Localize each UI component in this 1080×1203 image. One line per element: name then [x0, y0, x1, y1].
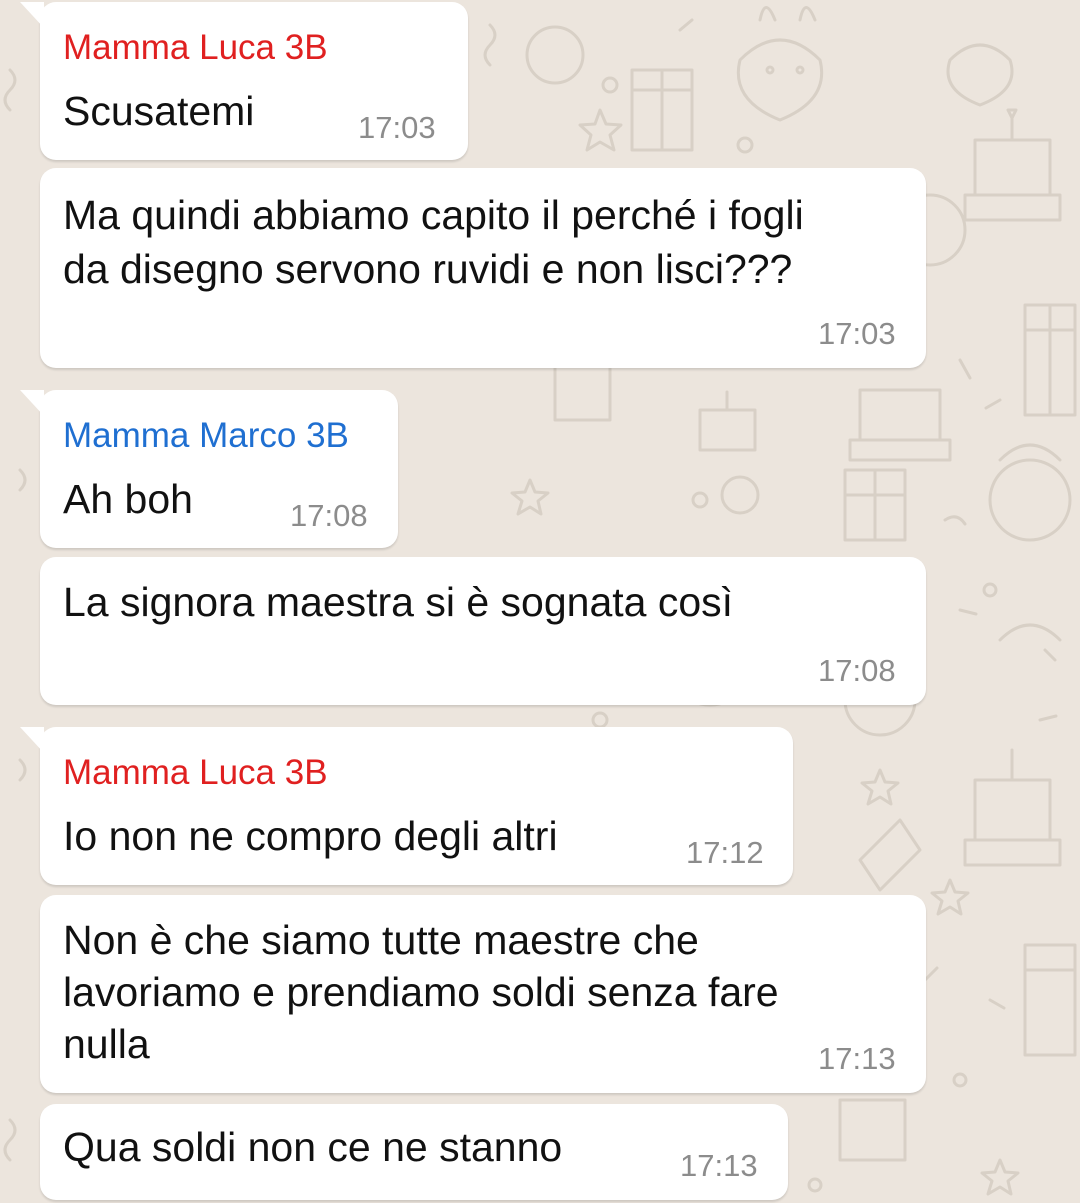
message-text-line: nulla — [63, 1021, 150, 1067]
message-text: Scusatemi — [63, 88, 255, 134]
message-time: 17:03 — [818, 316, 896, 351]
message-text: La signora maestra si è sognata così — [63, 579, 734, 625]
message-bubble[interactable]: La signora maestra si è sognata così 17:… — [40, 557, 926, 705]
sender-name[interactable]: Mamma Luca 3B — [63, 28, 328, 68]
message-text-line: da disegno servono ruvidi e non lisci??? — [63, 246, 793, 292]
message-time: 17:08 — [818, 653, 896, 688]
message-text-line: Non è che siamo tutte maestre che — [63, 917, 699, 963]
bubble-tail — [20, 390, 44, 416]
message-bubble[interactable]: Ma quindi abbiamo capito il perché i fog… — [40, 168, 926, 368]
message-bubble[interactable]: Mamma Luca 3B Io non ne compro degli alt… — [20, 727, 793, 885]
message-time: 17:12 — [686, 835, 764, 870]
message-bubble[interactable]: Qua soldi non ce ne stanno 17:13 — [40, 1104, 788, 1200]
bubble-tail — [20, 727, 44, 753]
message-time: 17:13 — [680, 1148, 758, 1183]
message-bubble[interactable]: Non è che siamo tutte maestre che lavori… — [40, 895, 926, 1093]
message-text: Io non ne compro degli altri — [63, 813, 558, 859]
message-bubble[interactable]: Mamma Marco 3B Ah boh 17:08 — [20, 390, 398, 548]
message-text-line: Ma quindi abbiamo capito il perché i fog… — [63, 192, 804, 238]
message-text: Ah boh — [63, 476, 193, 522]
message-time: 17:03 — [358, 110, 436, 145]
message-text-line: lavoriamo e prendiamo soldi senza fare — [63, 969, 779, 1015]
sender-name[interactable]: Mamma Marco 3B — [63, 416, 349, 456]
message-time: 17:08 — [290, 498, 368, 533]
message-text: Qua soldi non ce ne stanno — [63, 1124, 563, 1170]
sender-name[interactable]: Mamma Luca 3B — [63, 753, 328, 793]
message-bubble[interactable]: Mamma Luca 3B Scusatemi 17:03 — [20, 2, 468, 160]
message-time: 17:13 — [818, 1041, 896, 1076]
bubble-tail — [20, 2, 44, 28]
